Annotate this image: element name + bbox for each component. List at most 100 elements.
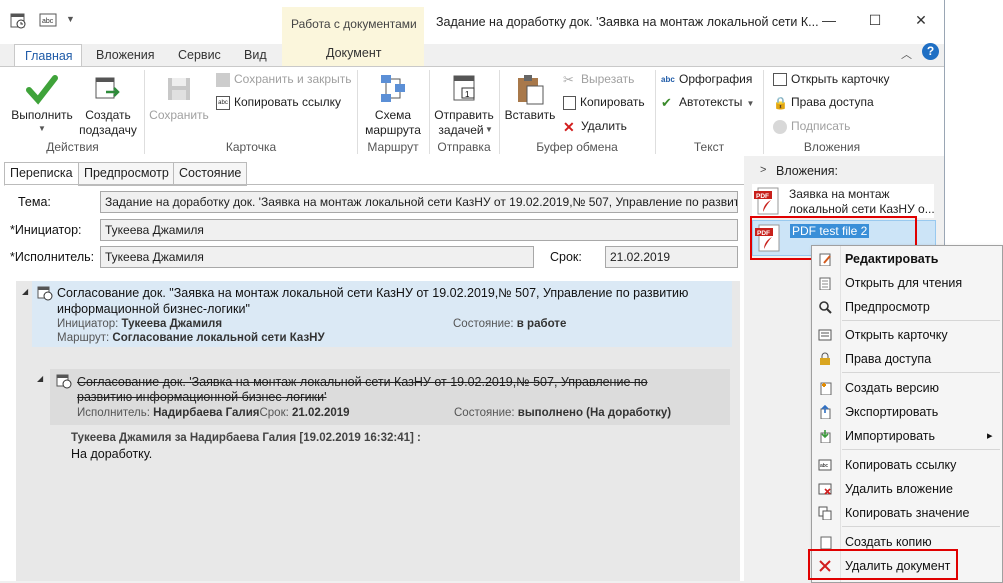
lock-icon: 🔒	[773, 95, 788, 110]
send-task-dropdown-icon: ▼	[485, 125, 493, 134]
submenu-arrow-icon: ▸	[987, 430, 993, 442]
send-task-button[interactable]: 1 Отправить задачей ▼	[432, 70, 496, 137]
attachment-name-2: локальной сети КазНУ о...	[789, 202, 935, 216]
new-version-icon	[820, 382, 832, 395]
collapse-ribbon-icon[interactable]: ︿	[901, 46, 912, 62]
attachment-item[interactable]: PDF Заявка на монтаж локальной сети КазН…	[752, 184, 935, 218]
svg-text:PDF: PDF	[756, 193, 769, 200]
create-subtask-label-2: подзадачу	[79, 123, 137, 137]
send-task-icon: 1	[453, 75, 475, 101]
main-task-title-2: информационной бизнес-логики"	[57, 302, 250, 316]
save-label: Сохранить	[149, 108, 209, 122]
delete-x-icon: ✕	[563, 118, 575, 135]
main-task-state: Состояние: в работе	[453, 318, 567, 330]
collapse-icon[interactable]: ◢	[22, 287, 28, 296]
menu-item-access-rights[interactable]: Права доступа	[812, 347, 1002, 371]
route-scheme-button[interactable]: Схема маршрута	[360, 70, 426, 137]
edit-icon	[819, 253, 831, 266]
copy-icon	[563, 95, 576, 110]
main-task-title-1: Согласование док. "Заявка на монтаж лока…	[57, 286, 689, 300]
collapse-icon[interactable]: ◢	[37, 374, 43, 383]
copy-label: Копировать	[580, 95, 645, 109]
lock-icon	[820, 352, 830, 365]
menu-item-open-card[interactable]: Открыть карточку	[812, 323, 1002, 347]
save-close-button[interactable]: Сохранить и закрыть	[216, 70, 351, 88]
group-clipboard-label: Буфер обмена	[536, 140, 618, 154]
menu-item-edit[interactable]: Редактировать	[812, 247, 1002, 271]
highlight-frame	[808, 549, 958, 580]
autotext-button[interactable]: ✔ Автотексты ▼	[661, 93, 754, 111]
menu-item-delete-attachment[interactable]: Удалить вложение	[812, 477, 1002, 501]
help-icon[interactable]: ?	[922, 43, 939, 60]
cut-button[interactable]: ✂ Вырезать	[563, 70, 634, 88]
link-icon: abc	[216, 95, 230, 110]
sub-task-state: Состояние: выполнено (На доработку)	[454, 407, 672, 419]
close-button[interactable]: ✕	[898, 6, 944, 34]
create-subtask-button[interactable]: Создать подзадачу	[76, 70, 140, 137]
close-icon: ✕	[915, 12, 927, 28]
menu-item-copy-link[interactable]: abc Копировать ссылку	[812, 453, 1002, 477]
tab-attachments[interactable]: Вложения	[86, 44, 165, 66]
tab-service[interactable]: Сервис	[168, 44, 231, 66]
context-tab-group-title: Работа с документами	[291, 17, 417, 31]
message-header: Тукеева Джамиля за Надирбаева Галия [19.…	[71, 432, 421, 444]
subject-field[interactable]: Задание на доработку док. 'Заявка на мон…	[100, 191, 738, 213]
tab-state[interactable]: Состояние	[173, 162, 248, 186]
sub-task-title-2: развитию информационной бизнес-логики'	[77, 390, 327, 404]
sign-button[interactable]: Подписать	[773, 117, 850, 135]
sign-label: Подписать	[791, 119, 851, 133]
message-body: На доработку.	[71, 447, 153, 461]
copy-button[interactable]: Копировать	[563, 93, 645, 111]
paste-button[interactable]: Вставить	[502, 70, 558, 136]
execute-button[interactable]: Выполнить ▼	[8, 70, 76, 136]
export-icon	[820, 405, 831, 419]
deadline-label: Срок:	[550, 250, 582, 264]
read-icon	[819, 277, 831, 290]
menu-item-import[interactable]: Импортировать ▸	[812, 424, 1002, 448]
group-send-label: Отправка	[437, 140, 491, 154]
tab-correspondence[interactable]: Переписка	[4, 162, 79, 186]
execute-dropdown-icon: ▼	[38, 124, 46, 133]
maximize-icon: ☐	[868, 12, 882, 28]
copy-link-button[interactable]: abc Копировать ссылку	[216, 93, 341, 111]
access-rights-button[interactable]: 🔒 Права доступа	[773, 93, 874, 111]
card-icon	[818, 329, 832, 341]
deadline-field[interactable]: 21.02.2019	[605, 246, 738, 268]
execute-label: Выполнить	[11, 108, 73, 122]
executor-field[interactable]: Тукеева Джамиля	[100, 246, 534, 268]
attachments-title: Вложения:	[776, 164, 839, 178]
task-icon[interactable]	[8, 10, 28, 30]
delete-button[interactable]: ✕ Удалить	[563, 117, 627, 135]
group-card-label: Карточка	[225, 140, 277, 154]
pdf-icon: PDF	[754, 187, 779, 215]
tab-preview[interactable]: Предпросмотр	[78, 162, 175, 186]
create-subtask-label-1: Создать	[85, 108, 131, 122]
spelling-button[interactable]: abc Орфография	[661, 70, 752, 88]
open-card-button[interactable]: Открыть карточку	[773, 70, 889, 88]
menu-item-open-read[interactable]: Открыть для чтения	[812, 271, 1002, 295]
group-text-label: Текст	[693, 140, 725, 154]
tab-view[interactable]: Вид	[234, 44, 277, 66]
menu-item-copy-value[interactable]: Копировать значение	[812, 501, 1002, 525]
minimize-button[interactable]: —	[806, 6, 852, 34]
menu-item-preview[interactable]: Предпросмотр	[812, 295, 1002, 319]
autotext-label: Автотексты	[679, 95, 743, 109]
main-task-card[interactable]: Согласование док. "Заявка на монтаж лока…	[32, 281, 732, 347]
initiator-label: *Инициатор:	[10, 223, 82, 237]
sub-task-title-1: Согласование док. 'Заявка на монтаж лока…	[77, 375, 648, 389]
route-scheme-label-2: маршрута	[365, 123, 421, 137]
initiator-field[interactable]: Тукеева Джамиля	[100, 219, 738, 241]
menu-item-create-version[interactable]: Создать версию	[812, 376, 1002, 400]
task-icon	[37, 286, 53, 301]
chevron-right-icon[interactable]: >	[760, 164, 766, 176]
maximize-button[interactable]: ☐	[852, 6, 898, 34]
menu-separator	[842, 372, 1000, 373]
spellcheck-icon[interactable]: abc	[38, 10, 58, 30]
quick-access-dropdown-icon[interactable]: ▼	[66, 14, 75, 24]
save-button[interactable]: Сохранить	[148, 70, 210, 136]
cut-label: Вырезать	[581, 72, 635, 86]
tab-document[interactable]: Документ	[326, 46, 381, 60]
menu-item-export[interactable]: Экспортировать	[812, 400, 1002, 424]
sub-task-card[interactable]: Согласование док. 'Заявка на монтаж лока…	[50, 369, 730, 425]
main-task-initiator: Инициатор: Тукеева Джамиля	[57, 318, 223, 330]
